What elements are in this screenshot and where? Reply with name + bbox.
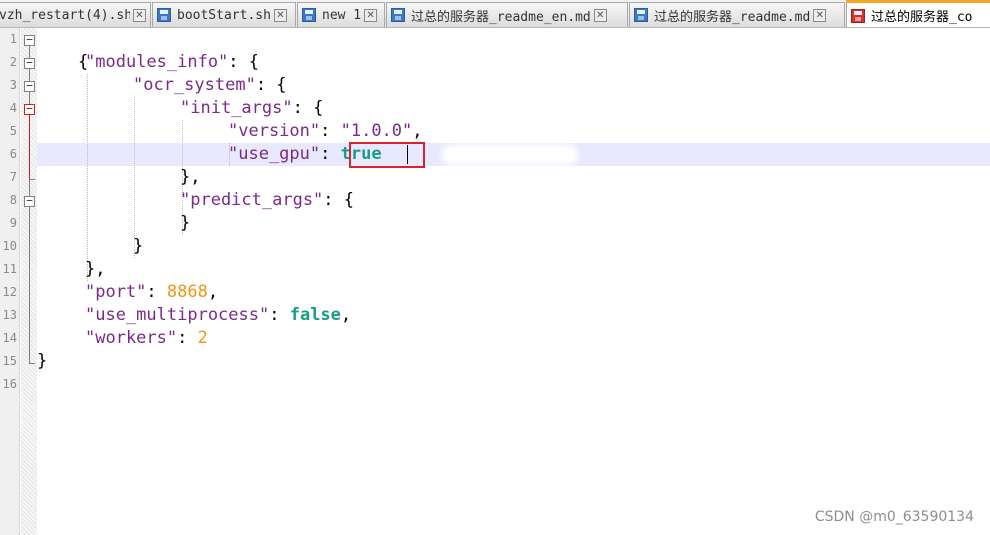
json-number-value: 8868	[166, 282, 208, 302]
line-number: 4	[9, 101, 17, 115]
fold-toggle-icon[interactable]: −	[24, 80, 35, 92]
code-line: "init_args": {	[180, 98, 324, 118]
close-tab-icon[interactable]: ✕	[133, 8, 146, 22]
close-brace: },	[85, 259, 106, 279]
close-tab-icon[interactable]: ✕	[813, 8, 827, 22]
line-number: 2	[9, 55, 17, 69]
json-key: "workers"	[85, 328, 178, 348]
watermark: CSDN @m0_63590134	[814, 509, 974, 525]
tab-vzh-restart[interactable]: vzh_restart(4).sh ✕	[0, 2, 151, 27]
line-number: 16	[2, 377, 17, 391]
code-line: }	[37, 350, 47, 373]
fold-toggle-icon[interactable]: −	[24, 57, 35, 69]
code-line: "workers": 2	[85, 328, 208, 348]
tab-readme[interactable]: 过总的服务器_readme.md ✕	[629, 2, 845, 27]
code-line: "port": 8868,	[85, 282, 219, 302]
text-cursor	[407, 145, 408, 164]
line-number: 3	[9, 78, 17, 92]
tab-bar: vzh_restart(4).sh ✕ bootStart.sh ✕ new 1…	[0, 0, 990, 28]
tab-label: new 1	[322, 7, 362, 23]
fold-toggle-icon[interactable]: −	[24, 195, 35, 207]
indent-guide	[87, 74, 88, 281]
line-number: 10	[2, 239, 17, 253]
close-brace: }	[180, 213, 191, 233]
json-key: "ocr_system"	[133, 75, 256, 95]
json-key: "version"	[228, 121, 321, 141]
fold-end-mark	[29, 179, 35, 180]
line-number: 12	[2, 285, 17, 299]
code-line: },	[85, 258, 105, 281]
code-line: }	[180, 212, 190, 235]
line-number: 9	[9, 216, 17, 230]
fold-line-active	[29, 114, 30, 180]
code-line: {	[37, 28, 88, 72]
json-boolean-value: false	[289, 305, 341, 325]
tab-label: vzh_restart(4).sh	[0, 7, 130, 23]
close-tab-icon[interactable]: ✕	[593, 8, 607, 22]
json-key: "use_multiprocess"	[85, 305, 270, 325]
tab-bootstart[interactable]: bootStart.sh ✕	[152, 2, 296, 27]
json-key: "predict_args"	[180, 190, 324, 210]
line-number: 13	[2, 308, 17, 322]
code-line: "use_multiprocess": false,	[85, 305, 352, 325]
tab-config-active[interactable]: 过总的服务器_co	[846, 0, 990, 27]
indent-guide	[134, 97, 135, 258]
line-number: 11	[2, 262, 17, 276]
json-string-value: "1.0.0"	[340, 121, 413, 141]
code-line: }	[133, 235, 143, 258]
line-number: 5	[9, 124, 17, 138]
close-tab-icon[interactable]: ✕	[273, 8, 287, 22]
code-line: "predict_args": {	[180, 190, 355, 210]
save-file-icon	[302, 8, 316, 22]
code-line: },	[180, 166, 200, 189]
highlight-box	[349, 142, 425, 168]
json-number-value: 2	[197, 328, 208, 348]
json-key: "use_gpu"	[228, 144, 321, 164]
code-line: "ocr_system": {	[133, 75, 287, 95]
line-number: 6	[9, 147, 17, 161]
fold-toggle-icon[interactable]: −	[24, 34, 35, 46]
fold-end-mark	[29, 363, 35, 364]
line-number: 8	[9, 193, 17, 207]
unsaved-file-icon	[851, 8, 865, 23]
code-line: "modules_info": {	[85, 52, 260, 72]
line-number-gutter: 1 2 3 4 5 6 7 8 9 10 11 12 13 14 15 16	[0, 28, 20, 535]
redaction-smudge	[445, 148, 575, 162]
tab-label: bootStart.sh	[177, 7, 271, 23]
tab-readme-en[interactable]: 过总的服务器_readme_en.md ✕	[386, 2, 628, 27]
tab-label: 过总的服务器_co	[871, 10, 973, 25]
tab-new-1[interactable]: new 1 ✕	[297, 2, 385, 27]
code-editor[interactable]: { "modules_info": { "ocr_system": { "ini…	[37, 28, 990, 535]
save-file-icon	[157, 8, 171, 22]
tab-label: 过总的服务器_readme_en.md	[411, 9, 591, 25]
save-file-icon	[391, 8, 405, 22]
line-number: 1	[9, 32, 17, 46]
close-brace: },	[180, 167, 201, 187]
line-number: 7	[9, 170, 17, 184]
tab-label: 过总的服务器_readme.md	[654, 9, 811, 25]
close-brace: }	[37, 351, 48, 371]
json-key: "modules_info"	[85, 52, 229, 72]
close-tab-icon[interactable]: ✕	[364, 8, 378, 22]
save-file-icon	[634, 8, 648, 22]
json-key: "init_args"	[180, 98, 293, 118]
line-number: 15	[2, 354, 17, 368]
close-brace: }	[133, 236, 144, 256]
line-number: 14	[2, 331, 17, 345]
fold-toggle-icon[interactable]: −	[24, 103, 35, 115]
json-key: "port"	[85, 282, 147, 302]
code-line: "version": "1.0.0",	[228, 121, 423, 141]
